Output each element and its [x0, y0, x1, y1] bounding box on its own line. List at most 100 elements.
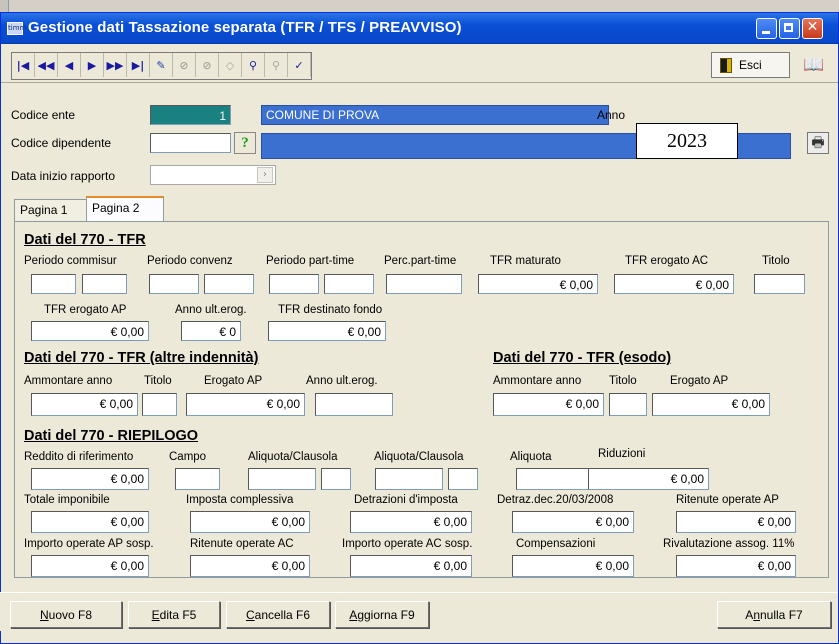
altre-erogato-ap-field[interactable]: € 0,00: [186, 393, 305, 416]
tab-pagina-2[interactable]: Pagina 2: [86, 196, 164, 222]
aggiorna-hotkey: A: [349, 607, 358, 622]
aliquota-label: Aliquota: [510, 451, 552, 463]
data-inizio-rapporto-field[interactable]: ›: [150, 165, 276, 185]
riduzioni-field[interactable]: € 0,00: [588, 468, 709, 490]
door-icon: [720, 57, 732, 73]
perc-part-time-label: Perc.part-time: [384, 255, 457, 267]
codice-dipendente-field[interactable]: [150, 133, 231, 153]
clausola-1-field[interactable]: [321, 468, 351, 490]
compensazioni-field[interactable]: € 0,00: [512, 555, 634, 577]
delete-record-icon[interactable]: ⊘: [196, 53, 219, 77]
annulla-button[interactable]: An nulla F7: [717, 601, 831, 628]
aliquota-clausola-2-field[interactable]: [375, 468, 443, 490]
previous-page-button[interactable]: ◀◀: [35, 53, 58, 77]
next-record-button[interactable]: ▶: [81, 53, 104, 77]
aliquota-field[interactable]: [516, 468, 594, 490]
anno-field[interactable]: 2023: [636, 123, 738, 159]
tfr-erogato-ap-field[interactable]: € 0,00: [31, 321, 149, 341]
close-icon: ✕: [806, 19, 819, 35]
tfr-maturato-field[interactable]: € 0,00: [478, 274, 598, 294]
help-book-icon[interactable]: 📖: [796, 52, 832, 78]
last-record-button[interactable]: ▶|: [127, 53, 150, 77]
reddito-field[interactable]: € 0,00: [31, 468, 149, 490]
altre-anno-ult-field[interactable]: [315, 393, 393, 416]
previous-record-button[interactable]: ◀: [58, 53, 81, 77]
detrazioni-field[interactable]: € 0,00: [350, 511, 472, 533]
toolbar: |◀ ◀◀ ◀ ▶ ▶▶ ▶| ✎ ⊘ ⊘ ◇ ⚲ ⚲ ✓ Esci 📖: [1, 44, 838, 83]
search-next-icon[interactable]: ⚲: [265, 53, 288, 77]
detraz-dec-field[interactable]: € 0,00: [512, 511, 634, 533]
periodo-convenz-field-2[interactable]: [204, 274, 254, 294]
tfr-erogato-ac-field[interactable]: € 0,00: [614, 274, 734, 294]
importo-ac-sosp-field[interactable]: € 0,00: [350, 555, 472, 577]
aliquota-clausola-1-label: Aliquota/Clausola: [248, 451, 338, 463]
codice-dipendente-label: Codice dipendente: [11, 136, 112, 150]
ritenute-ap-field[interactable]: € 0,00: [676, 511, 796, 533]
first-record-button[interactable]: |◀: [12, 53, 35, 77]
search-icon[interactable]: ⚲: [242, 53, 265, 77]
window-title: Gestione dati Tassazione separata (TFR /…: [28, 19, 462, 36]
periodo-commisur-label: Periodo commisur: [24, 255, 117, 267]
chevron-right-icon[interactable]: ›: [257, 167, 273, 183]
ritenute-ac-field[interactable]: € 0,00: [190, 555, 310, 577]
section-title-altre-indennita: Dati del 770 - TFR (altre indennità): [24, 350, 259, 366]
altre-ammontare-field[interactable]: € 0,00: [31, 393, 138, 416]
rivalutazione-field[interactable]: € 0,00: [676, 555, 796, 577]
titolo-label: Titolo: [762, 255, 790, 267]
periodo-commisur-field-1[interactable]: [31, 274, 76, 294]
esodo-titolo-field[interactable]: [609, 393, 647, 416]
minimize-button[interactable]: [756, 18, 777, 39]
altre-erogato-ap-label: Erogato AP: [204, 375, 263, 387]
periodo-part-time-field-2[interactable]: [324, 274, 374, 294]
help-lookup-button[interactable]: ?: [234, 132, 256, 154]
annulla-label: nulla F7: [760, 607, 803, 622]
nuovo-button[interactable]: Nuovo F8: [10, 601, 122, 628]
edit-record-icon[interactable]: ⊘: [173, 53, 196, 77]
data-inizio-label: Data inizio rapporto: [11, 169, 116, 183]
esodo-erogato-ap-label: Erogato AP: [670, 375, 729, 387]
clear-icon[interactable]: ◇: [219, 53, 242, 77]
altre-ammontare-label: Ammontare anno: [24, 375, 113, 387]
riduzioni-label: Riduzioni: [598, 448, 646, 460]
importo-ap-sosp-field[interactable]: € 0,00: [31, 555, 149, 577]
maximize-button[interactable]: [779, 18, 800, 39]
section-title-esodo: Dati del 770 - TFR (esodo): [493, 350, 672, 366]
codice-ente-field[interactable]: 1: [150, 105, 231, 125]
exit-button[interactable]: Esci: [711, 52, 790, 78]
section-title-tfr: Dati del 770 - TFR: [24, 232, 146, 248]
anno-ult-erog-field[interactable]: € 0: [181, 321, 241, 341]
new-record-icon[interactable]: ✎: [150, 53, 173, 77]
nuovo-label: uovo F8: [48, 607, 93, 622]
esodo-ammontare-field[interactable]: € 0,00: [493, 393, 604, 416]
edita-button[interactable]: Edita F5: [128, 601, 220, 628]
aggiorna-label: ggiorna F9: [357, 607, 415, 622]
print-icon[interactable]: 🖶: [807, 132, 829, 154]
tfr-destinato-fondo-field[interactable]: € 0,00: [268, 321, 386, 341]
filter-icon[interactable]: ✓: [288, 53, 311, 77]
aliquota-clausola-1-field[interactable]: [248, 468, 316, 490]
tfr-erogato-ap-label: TFR erogato AP: [44, 304, 127, 316]
periodo-convenz-field-1[interactable]: [149, 274, 199, 294]
periodo-part-time-field-1[interactable]: [269, 274, 319, 294]
imposta-complessiva-field[interactable]: € 0,00: [190, 511, 310, 533]
esodo-erogato-ap-field[interactable]: € 0,00: [652, 393, 770, 416]
close-button[interactable]: ✕: [802, 18, 823, 39]
titolo-field[interactable]: [754, 274, 805, 294]
cancella-button[interactable]: Cancella F6: [226, 601, 330, 628]
tfr-erogato-ac-label: TFR erogato AC: [625, 255, 709, 267]
record-navigation-group: |◀ ◀◀ ◀ ▶ ▶▶ ▶| ✎ ⊘ ⊘ ◇ ⚲ ⚲ ✓: [11, 52, 312, 80]
tab-pagina-1[interactable]: Pagina 1: [14, 199, 88, 221]
perc-part-time-field[interactable]: [386, 274, 462, 294]
annulla-prefix: A: [745, 607, 754, 622]
next-page-button[interactable]: ▶▶: [104, 53, 127, 77]
campo-field[interactable]: [175, 468, 220, 490]
clausola-2-field[interactable]: [448, 468, 478, 490]
aggiorna-button[interactable]: Aggiorna F9: [335, 601, 429, 628]
altre-titolo-field[interactable]: [142, 393, 177, 416]
totale-imponibile-field[interactable]: € 0,00: [31, 511, 149, 533]
title-bar[interactable]: timm Gestione dati Tassazione separata (…: [1, 13, 838, 44]
altre-anno-ult-label: Anno ult.erog.: [306, 375, 378, 387]
nuovo-hotkey: N: [39, 607, 49, 622]
periodo-convenz-label: Periodo convenz: [147, 255, 233, 267]
periodo-commisur-field-2[interactable]: [82, 274, 127, 294]
